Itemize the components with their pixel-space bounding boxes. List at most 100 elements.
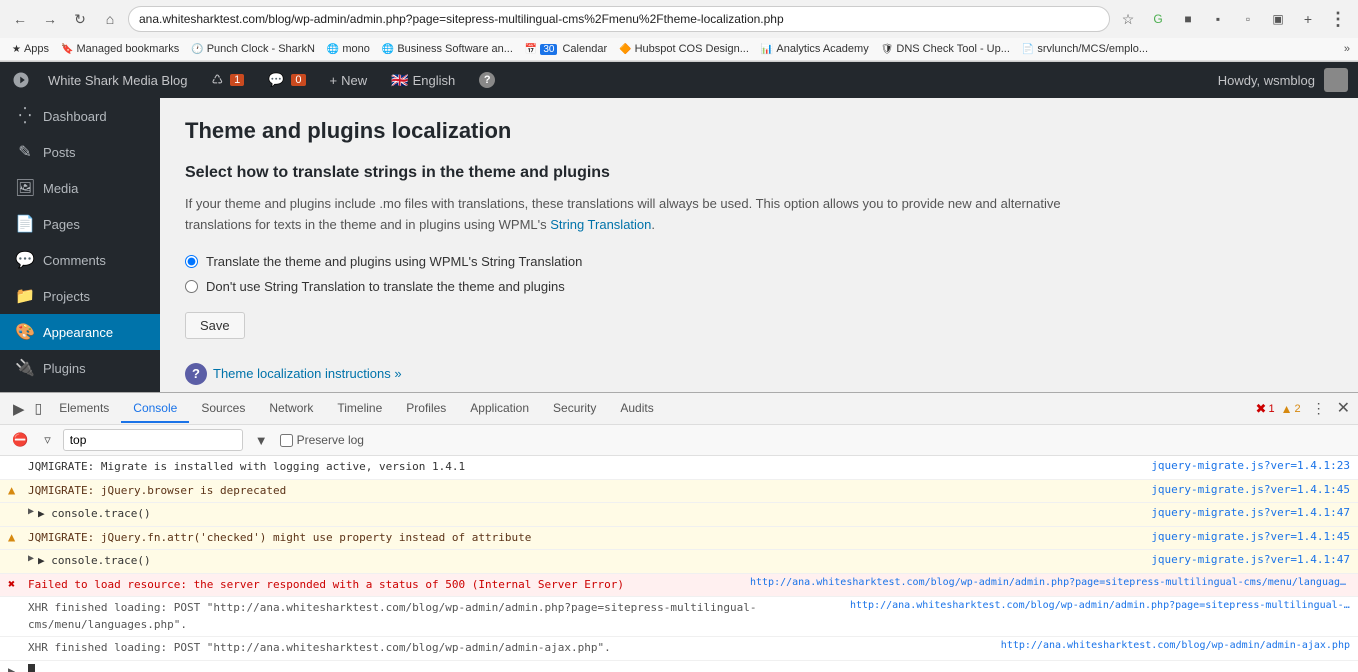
- admin-bar-updates[interactable]: ♺ 1: [203, 62, 252, 98]
- radio-translate-no[interactable]: [185, 280, 198, 293]
- tab-sources[interactable]: Sources: [189, 395, 257, 423]
- avatar[interactable]: [1324, 68, 1348, 92]
- admin-bar-left: White Shark Media Blog ♺ 1 💬 0 + New 🇬🇧 …: [10, 62, 1208, 98]
- tab-security[interactable]: Security: [541, 395, 608, 423]
- admin-bar-site-name[interactable]: White Shark Media Blog: [40, 62, 195, 98]
- log-source-8[interactable]: http://ana.whitesharktest.com/blog/wp-ad…: [1001, 640, 1350, 651]
- bookmark-analytics[interactable]: 📊 Analytics Academy: [757, 41, 873, 57]
- sidebar-label-posts: Posts: [43, 145, 76, 160]
- extension-icon-4[interactable]: ▫: [1236, 7, 1260, 31]
- devtools-inspect-icon[interactable]: ▶: [8, 398, 30, 420]
- wp-logo[interactable]: [10, 69, 32, 91]
- radio-option-1[interactable]: Translate the theme and plugins using WP…: [185, 254, 1333, 269]
- more-bookmarks-button[interactable]: »: [1344, 43, 1350, 55]
- radio-translate-yes[interactable]: [185, 255, 198, 268]
- bookmark-business[interactable]: 🌐 Business Software an...: [378, 41, 517, 57]
- filter-button[interactable]: ▿: [40, 430, 55, 450]
- log-source-1[interactable]: jquery-migrate.js?ver=1.4.1:23: [1151, 459, 1350, 472]
- extension-icon-3[interactable]: ▪: [1206, 7, 1230, 31]
- sidebar-item-pages[interactable]: 📄 Pages: [0, 206, 160, 242]
- bookmark-srvlunch[interactable]: 📄 srvlunch/MCS/emplo...: [1018, 41, 1152, 57]
- log-source-3[interactable]: jquery-migrate.js?ver=1.4.1:47: [1151, 506, 1350, 519]
- pages-icon: 📄: [15, 214, 35, 234]
- admin-bar-comments[interactable]: 💬 0: [260, 62, 313, 98]
- devtools-close-button[interactable]: ✕: [1337, 401, 1350, 417]
- log-source-7[interactable]: http://ana.whitesharktest.com/blog/wp-ad…: [850, 600, 1350, 611]
- home-button[interactable]: ⌂: [98, 7, 122, 31]
- bookmark-star[interactable]: ☆: [1116, 7, 1140, 31]
- tab-network[interactable]: Network: [257, 395, 325, 423]
- preserve-log-label[interactable]: Preserve log: [280, 433, 364, 447]
- log-source-4[interactable]: jquery-migrate.js?ver=1.4.1:45: [1151, 530, 1350, 543]
- bookmark-hubspot[interactable]: 🔶 Hubspot COS Design...: [615, 41, 753, 57]
- projects-icon: 📁: [15, 286, 35, 306]
- comments-sidebar-icon: 💬: [15, 250, 35, 270]
- sidebar-item-appearance[interactable]: 🎨 Appearance: [0, 314, 160, 350]
- log-text-5: ▶ console.trace(): [38, 553, 1143, 570]
- tab-profiles[interactable]: Profiles: [394, 395, 458, 423]
- menu-button[interactable]: ⋮: [1326, 7, 1350, 31]
- admin-bar-new[interactable]: + New: [322, 62, 376, 98]
- devtools-right-controls: ✖ 1 ▲ 2 ⋮ ✕: [1256, 398, 1350, 419]
- filter-input[interactable]: [63, 429, 243, 451]
- bookmark-calendar[interactable]: 📅 30 Calendar: [521, 41, 611, 57]
- sidebar-item-comments[interactable]: 💬 Comments: [0, 242, 160, 278]
- log-source-2[interactable]: jquery-migrate.js?ver=1.4.1:45: [1151, 483, 1350, 496]
- section-title: Select how to translate strings in the t…: [185, 164, 1333, 182]
- tab-timeline[interactable]: Timeline: [325, 395, 394, 423]
- error-count-badge: ✖ 1: [1256, 401, 1275, 417]
- reload-button[interactable]: ↻: [68, 7, 92, 31]
- filter-dropdown-button[interactable]: ▼: [251, 431, 272, 450]
- extension-icon-1[interactable]: G: [1146, 7, 1170, 31]
- mono-icon: 🌐: [327, 44, 339, 55]
- sidebar-item-media[interactable]: 🖼 Media: [0, 170, 160, 206]
- preserve-log-checkbox[interactable]: [280, 434, 293, 447]
- back-button[interactable]: ←: [8, 7, 32, 31]
- bookmark-dns[interactable]: 🛡 DNS Check Tool - Up...: [877, 41, 1014, 57]
- clear-console-button[interactable]: ⛔: [8, 430, 32, 450]
- url-bar[interactable]: [128, 6, 1110, 32]
- bookmark-managed[interactable]: 🔖 Managed bookmarks: [57, 41, 183, 57]
- devtools-console-output: JQMIGRATE: Migrate is installed with log…: [0, 456, 1358, 672]
- sidebar-item-projects[interactable]: 📁 Projects: [0, 278, 160, 314]
- expand-button-5[interactable]: ▶: [28, 553, 34, 564]
- expand-button-3[interactable]: ▶: [28, 506, 34, 517]
- add-tab-button[interactable]: +: [1296, 7, 1320, 31]
- theme-link-row: ? Theme localization instructions »: [185, 363, 1333, 385]
- warning-icon-4: ▲: [8, 530, 24, 544]
- save-button[interactable]: Save: [185, 312, 245, 339]
- cursor-line[interactable]: ▶: [0, 661, 1358, 672]
- bookmark-analytics-label: Analytics Academy: [776, 43, 868, 55]
- wp-admin-bar: White Shark Media Blog ♺ 1 💬 0 + New 🇬🇧 …: [0, 62, 1358, 98]
- devtools-more-button[interactable]: ⋮: [1307, 398, 1331, 419]
- browser-chrome: ← → ↻ ⌂ ☆ G ■ ▪ ▫ ▣ + ⋮ ★ Apps 🔖 Managed…: [0, 0, 1358, 62]
- theme-localization-link[interactable]: ? Theme localization instructions »: [185, 363, 1333, 385]
- log-source-5[interactable]: jquery-migrate.js?ver=1.4.1:47: [1151, 553, 1350, 566]
- bookmark-apps-label: Apps: [24, 43, 49, 55]
- admin-bar-help[interactable]: ?: [471, 62, 503, 98]
- extension-icon-2[interactable]: ■: [1176, 7, 1200, 31]
- log-text-7: XHR finished loading: POST "http://ana.w…: [28, 600, 842, 633]
- tab-elements[interactable]: Elements: [47, 395, 121, 423]
- log-source-6[interactable]: http://ana.whitesharktest.com/blog/wp-ad…: [750, 577, 1350, 588]
- sidebar-item-plugins[interactable]: 🔌 Plugins: [0, 350, 160, 386]
- tab-audits[interactable]: Audits: [608, 395, 665, 423]
- apps-icon: ★: [12, 44, 21, 55]
- radio-option-2[interactable]: Don't use String Translation to translat…: [185, 279, 1333, 294]
- admin-bar-language[interactable]: 🇬🇧 English: [383, 62, 463, 98]
- srvlunch-icon: 📄: [1022, 44, 1034, 55]
- bookmark-calendar-label: Calendar: [562, 43, 607, 55]
- bookmark-mono[interactable]: 🌐 mono: [323, 41, 374, 57]
- bookmark-punch-clock[interactable]: 🕐 Punch Clock - SharkN: [187, 41, 319, 57]
- sidebar-item-posts[interactable]: ✎ Posts: [0, 134, 160, 170]
- sidebar-item-dashboard[interactable]: ⁛ Dashboard: [0, 98, 160, 134]
- extension-icon-5[interactable]: ▣: [1266, 7, 1290, 31]
- tab-console[interactable]: Console: [121, 395, 189, 423]
- forward-button[interactable]: →: [38, 7, 62, 31]
- bookmark-apps[interactable]: ★ Apps: [8, 41, 53, 57]
- string-translation-link[interactable]: String Translation: [550, 217, 651, 232]
- log-entry-7: XHR finished loading: POST "http://ana.w…: [0, 597, 1358, 637]
- tab-application[interactable]: Application: [458, 395, 541, 423]
- devtools-device-icon[interactable]: ▯: [30, 398, 48, 419]
- devtools-toolbar: ⛔ ▿ ▼ Preserve log: [0, 425, 1358, 456]
